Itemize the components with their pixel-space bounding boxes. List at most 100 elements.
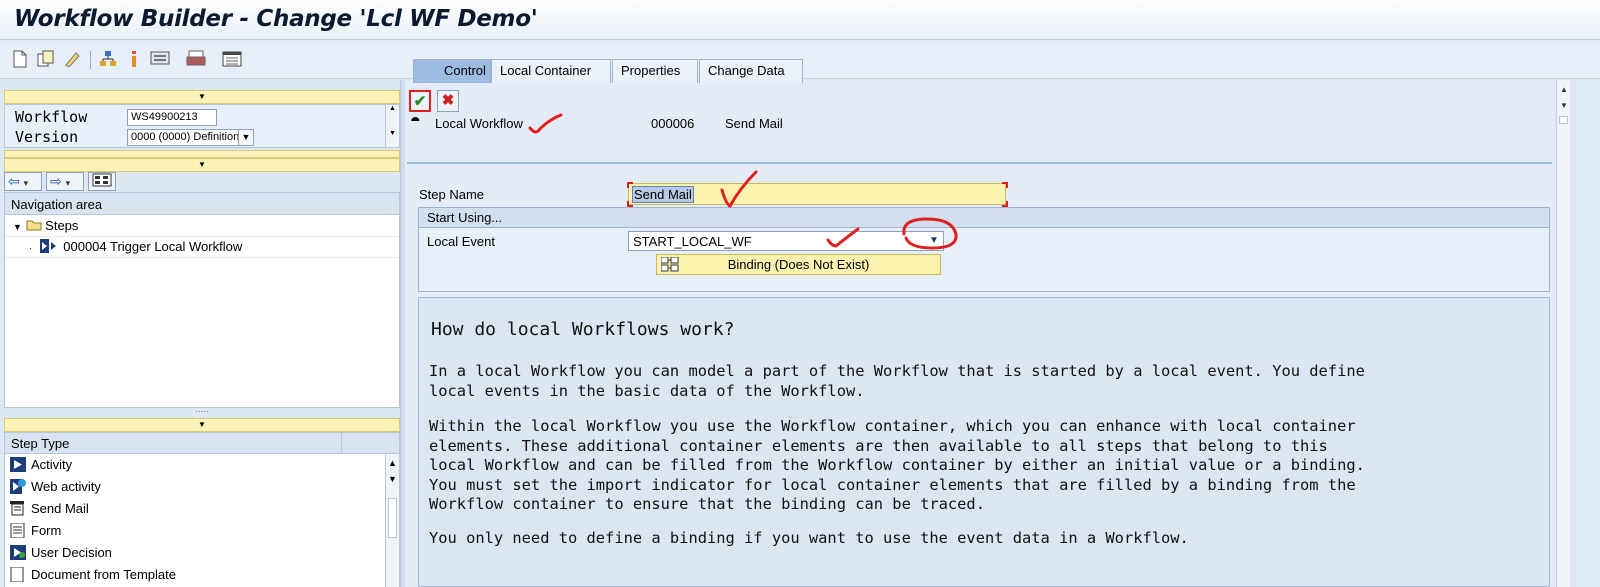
collapse-bar-mid[interactable]: ▼: [4, 158, 400, 172]
navigation-header: Navigation area: [5, 193, 399, 215]
splitter-handle[interactable]: ·····: [4, 408, 400, 418]
form-scrollbar[interactable]: ▲ ▼: [385, 105, 399, 147]
collapse-header-icon[interactable]: ⯊: [411, 116, 420, 129]
scroll-down-icon[interactable]: ▼: [386, 474, 399, 484]
tree-node-trigger-workflow[interactable]: · 000004 Trigger Local Workflow: [5, 237, 399, 258]
detail-number: 000006: [651, 116, 695, 131]
local-event-label: Local Event: [427, 234, 495, 249]
step-type-user-decision[interactable]: User Decision: [5, 542, 381, 563]
step-type-label: User Decision: [31, 545, 112, 560]
step-type-send-mail[interactable]: Send Mail: [5, 498, 381, 519]
cancel-x-icon[interactable]: ✖: [437, 90, 459, 112]
doc-paragraph-1: In a local Workflow you can model a part…: [429, 362, 1365, 400]
tab-label: Local Container: [500, 63, 592, 78]
workflow-input[interactable]: WS49900213: [127, 109, 217, 126]
collapse-bar-bottom[interactable]: ▼: [4, 418, 400, 432]
overview-icon[interactable]: [88, 172, 116, 191]
step-type-area: Step Type Activity Web activity Send Mai…: [4, 432, 400, 587]
hierarchy-icon[interactable]: [98, 49, 118, 69]
scroll-up-icon[interactable]: ▲: [386, 105, 399, 112]
step-name-input[interactable]: Send Mail: [628, 183, 1006, 205]
step-type-scrollbar[interactable]: ▲ ▼: [385, 454, 399, 587]
window-title: Workflow Builder - Change 'Lcl WF Demo': [14, 6, 538, 32]
binding-icon: [660, 256, 679, 272]
form-icon: [10, 522, 26, 539]
workflow-label: Workflow: [15, 108, 88, 126]
scroll-down-icon[interactable]: ▼: [1558, 100, 1570, 112]
tab-label: Change Data: [708, 63, 785, 78]
doc-paragraph-3: You only need to define a binding if you…: [429, 529, 1189, 547]
chevron-down-icon[interactable]: ▼: [238, 130, 253, 145]
step-type-label: Web activity: [31, 479, 101, 494]
folder-icon: [26, 217, 42, 231]
step-type-document-from-template[interactable]: Document from Template: [5, 564, 381, 585]
doc-heading: How do local Workflows work?: [431, 319, 735, 340]
step-name-label: Step Name: [419, 187, 485, 202]
step-type-label: Activity: [31, 457, 73, 472]
trigger-workflow-icon: [39, 239, 60, 253]
step-type-label: Document from Template: [31, 567, 176, 582]
version-value: 0000 (0000) Definition: [131, 131, 240, 143]
workflow-form: Workflow WS49900213 Version 0000 (0000) …: [4, 104, 400, 148]
step-type-header-label: Step Type: [11, 436, 70, 451]
document-template-icon: [10, 566, 26, 583]
web-activity-icon: [10, 479, 26, 494]
tree-node-steps[interactable]: ▼ Steps: [5, 216, 399, 237]
navigation-area: Navigation area ▼ Steps · 000004 Trigger…: [4, 192, 400, 408]
scroll-up-icon[interactable]: ▲: [386, 458, 399, 468]
binding-button[interactable]: Binding (Does Not Exist): [656, 254, 941, 275]
start-using-group: Start Using...: [418, 207, 1550, 292]
scroll-up-icon[interactable]: ▲: [1558, 84, 1570, 96]
annotation-circle: [902, 217, 958, 250]
user-decision-icon: [10, 545, 26, 560]
tab-label: Properties: [621, 63, 681, 78]
tab-change-data[interactable]: Change Data: [699, 59, 803, 83]
detail-type: Local Workflow: [435, 116, 523, 131]
forward-arrow-icon[interactable]: ⇨ ▾: [46, 172, 84, 191]
scroll-down-icon[interactable]: ▼: [386, 130, 399, 137]
scroll-thumb[interactable]: [1559, 116, 1568, 124]
step-type-form[interactable]: Form: [5, 520, 381, 541]
layout-icon[interactable]: [222, 49, 242, 69]
step-type-activity[interactable]: Activity: [5, 454, 381, 475]
activity-icon: [10, 457, 26, 472]
annotation-check-mark: [826, 227, 860, 248]
version-select[interactable]: 0000 (0000) Definition ▼: [127, 129, 254, 146]
back-arrow-icon[interactable]: ⇦ ▾: [4, 172, 42, 191]
annotation-check-mark: [528, 113, 563, 134]
binding-button-label: Binding (Does Not Exist): [727, 257, 870, 272]
local-event-select[interactable]: START_LOCAL_WF ▼: [628, 231, 944, 251]
annotation-check-mark: [720, 170, 758, 208]
tree-label-steps: Steps: [45, 218, 79, 233]
tab-control[interactable]: Control: [413, 59, 491, 83]
detail-name: Send Mail: [725, 116, 783, 131]
step-type-web-activity[interactable]: Web activity: [5, 476, 381, 497]
tab-local-container[interactable]: Local Container: [491, 59, 611, 83]
tab-label: Control: [444, 63, 486, 78]
display-icon[interactable]: [150, 49, 170, 69]
local-event-value: START_LOCAL_WF: [633, 234, 752, 249]
start-using-title: Start Using...: [419, 208, 1549, 228]
collapse-bar-top[interactable]: ▼: [4, 90, 400, 104]
edit-icon[interactable]: [62, 49, 82, 69]
step-name-value: Send Mail: [632, 186, 694, 203]
title-bar: Workflow Builder - Change 'Lcl WF Demo': [0, 0, 1600, 40]
tab-properties[interactable]: Properties: [612, 59, 698, 83]
step-type-label: Send Mail: [31, 501, 89, 516]
main-scrollbar[interactable]: ▲ ▼: [1556, 80, 1570, 587]
scroll-thumb[interactable]: [388, 498, 397, 538]
info-icon[interactable]: [124, 49, 144, 69]
tree-label-trigger-workflow: 000004 Trigger Local Workflow: [63, 239, 243, 254]
version-label: Version: [15, 128, 79, 146]
splitter-bar[interactable]: [4, 150, 400, 158]
expand-triangle-icon[interactable]: ▼: [13, 222, 22, 232]
documentation-area: How do local Workflows work? In a local …: [418, 297, 1550, 587]
send-mail-icon: [10, 501, 26, 516]
step-type-label: Form: [31, 523, 62, 538]
confirm-check-icon[interactable]: ✔: [409, 90, 431, 112]
new-document-icon[interactable]: [10, 49, 30, 69]
copy-icon[interactable]: [36, 49, 56, 69]
doc-paragraph-2: Within the local Workflow you use the Wo…: [429, 417, 1365, 513]
print-icon[interactable]: [186, 49, 206, 69]
step-type-header: Step Type: [5, 433, 399, 454]
